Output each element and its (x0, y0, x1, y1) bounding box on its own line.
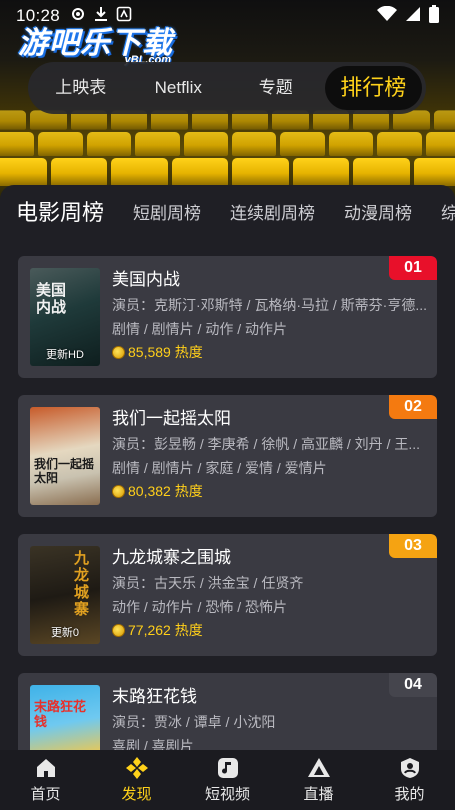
poster-image: 我们一起摇太阳 (30, 407, 100, 505)
poster-title-text: 美国内战 (36, 282, 67, 316)
ranking-panel: 电影周榜 短剧周榜 连续剧周榜 动漫周榜 综艺 美国内战 更新HD 美国内战 演… (0, 185, 455, 750)
signal-icon (405, 6, 421, 27)
rank-badge: 02 (389, 395, 437, 419)
nav-home-label: 首页 (30, 786, 61, 803)
heat-count: 85,589 热度 (128, 344, 203, 360)
movie-genres: 剧情 / 剧情片 / 家庭 / 爱情 / 爱情片 (112, 460, 327, 476)
seat-row (0, 158, 455, 186)
rank-badge: 03 (389, 534, 437, 558)
ranking-card[interactable]: 九龙城寨 更新0 九龙城寨之围城 演员：古天乐 / 洪金宝 / 任贤齐 动作 /… (18, 534, 437, 656)
heat-count: 77,262 热度 (128, 622, 203, 638)
nav-home[interactable]: 首页 (0, 750, 91, 810)
bottom-navigation: 首页 发现 短视频 直播 我的 (0, 750, 455, 810)
tab-series-weekly[interactable]: 连续剧周榜 (230, 199, 315, 224)
movie-cast: 演员：克斯汀·邓斯特 / 瓦格纳·马拉 / 斯蒂芬·亨德... (112, 297, 427, 313)
poster-title-text: 九龙城寨 (74, 550, 90, 618)
tab-showtimes[interactable]: 上映表 (32, 66, 130, 110)
poster-title-text: 末路狂花钱 (34, 699, 87, 729)
poster-title-text: 我们一起摇太阳 (34, 457, 95, 485)
tab-variety-weekly[interactable]: 综艺 (441, 199, 455, 224)
poster-image: 九龙城寨 更新0 (30, 546, 100, 644)
poster-image: 末路狂花钱 (30, 685, 100, 750)
movie-cast: 演员：彭昱畅 / 李庚希 / 徐帆 / 高亚麟 / 刘丹 / 王... (112, 436, 421, 452)
poster-image: 美国内战 更新HD (30, 268, 100, 366)
app-screen: 10:28 游吧乐下载 yBL.com 上映表 Netflix 专题 排行榜 电… (0, 0, 455, 810)
nav-profile-label: 我的 (394, 786, 425, 803)
nav-discover[interactable]: 发现 (91, 750, 182, 810)
ranking-category-tabs: 电影周榜 短剧周榜 连续剧周榜 动漫周榜 综艺 (0, 187, 455, 235)
movie-genres: 动作 / 动作片 / 恐怖 / 恐怖片 (112, 599, 288, 615)
nav-profile[interactable]: 我的 (364, 750, 455, 810)
tab-netflix[interactable]: Netflix (130, 66, 228, 110)
rank-badge: 04 (389, 673, 437, 697)
music-note-icon (216, 756, 240, 780)
profile-icon (398, 756, 422, 780)
coin-icon (112, 484, 125, 498)
nav-short-video[interactable]: 短视频 (182, 750, 273, 810)
top-tab-bar: 上映表 Netflix 专题 排行榜 (28, 62, 426, 114)
live-icon (307, 756, 331, 780)
discover-icon (125, 756, 149, 780)
tab-movie-weekly[interactable]: 电影周榜 (16, 195, 104, 227)
ranking-card[interactable]: 末路狂花钱 末路狂花钱 演员：贾冰 / 谭卓 / 小沈阳 喜剧 / 喜剧片 04 (18, 673, 437, 750)
ranking-card[interactable]: 我们一起摇太阳 我们一起摇太阳 演员：彭昱畅 / 李庚希 / 徐帆 / 高亚麟 … (18, 395, 437, 517)
coin-icon (112, 623, 125, 637)
movie-genres: 喜剧 / 喜剧片 (112, 738, 194, 750)
nav-live[interactable]: 直播 (273, 750, 364, 810)
ranking-card[interactable]: 美国内战 更新HD 美国内战 演员：克斯汀·邓斯特 / 瓦格纳·马拉 / 斯蒂芬… (18, 256, 437, 378)
movie-title: 美国内战 (112, 270, 180, 289)
rank-badge: 01 (389, 256, 437, 280)
movie-cast: 演员：贾冰 / 谭卓 / 小沈阳 (112, 714, 276, 730)
movie-cast: 演员：古天乐 / 洪金宝 / 任贤齐 (112, 575, 304, 591)
poster-update-tag: 更新0 (50, 627, 80, 639)
poster-update-tag: 更新HD (46, 349, 84, 361)
tab-short-drama-weekly[interactable]: 短剧周榜 (133, 199, 201, 224)
nav-short-video-label: 短视频 (204, 786, 250, 803)
seat-row (0, 132, 455, 156)
tab-topics[interactable]: 专题 (227, 66, 325, 110)
movie-title: 我们一起摇太阳 (112, 409, 231, 428)
movie-title: 末路狂花钱 (112, 687, 197, 706)
heat-count: 80,382 热度 (128, 483, 203, 499)
app-logo: 游吧乐下载 yBL.com (18, 18, 173, 66)
coin-icon (112, 345, 125, 359)
nav-discover-label: 发现 (121, 786, 152, 803)
movie-genres: 剧情 / 剧情片 / 动作 / 动作片 (112, 321, 288, 337)
wifi-icon (377, 5, 397, 27)
tab-rankings[interactable]: 排行榜 (324, 66, 422, 110)
tab-anime-weekly[interactable]: 动漫周榜 (344, 199, 412, 224)
nav-live-label: 直播 (303, 786, 334, 803)
battery-icon (429, 4, 439, 28)
home-icon (34, 756, 58, 780)
movie-title: 九龙城寨之围城 (112, 548, 231, 567)
